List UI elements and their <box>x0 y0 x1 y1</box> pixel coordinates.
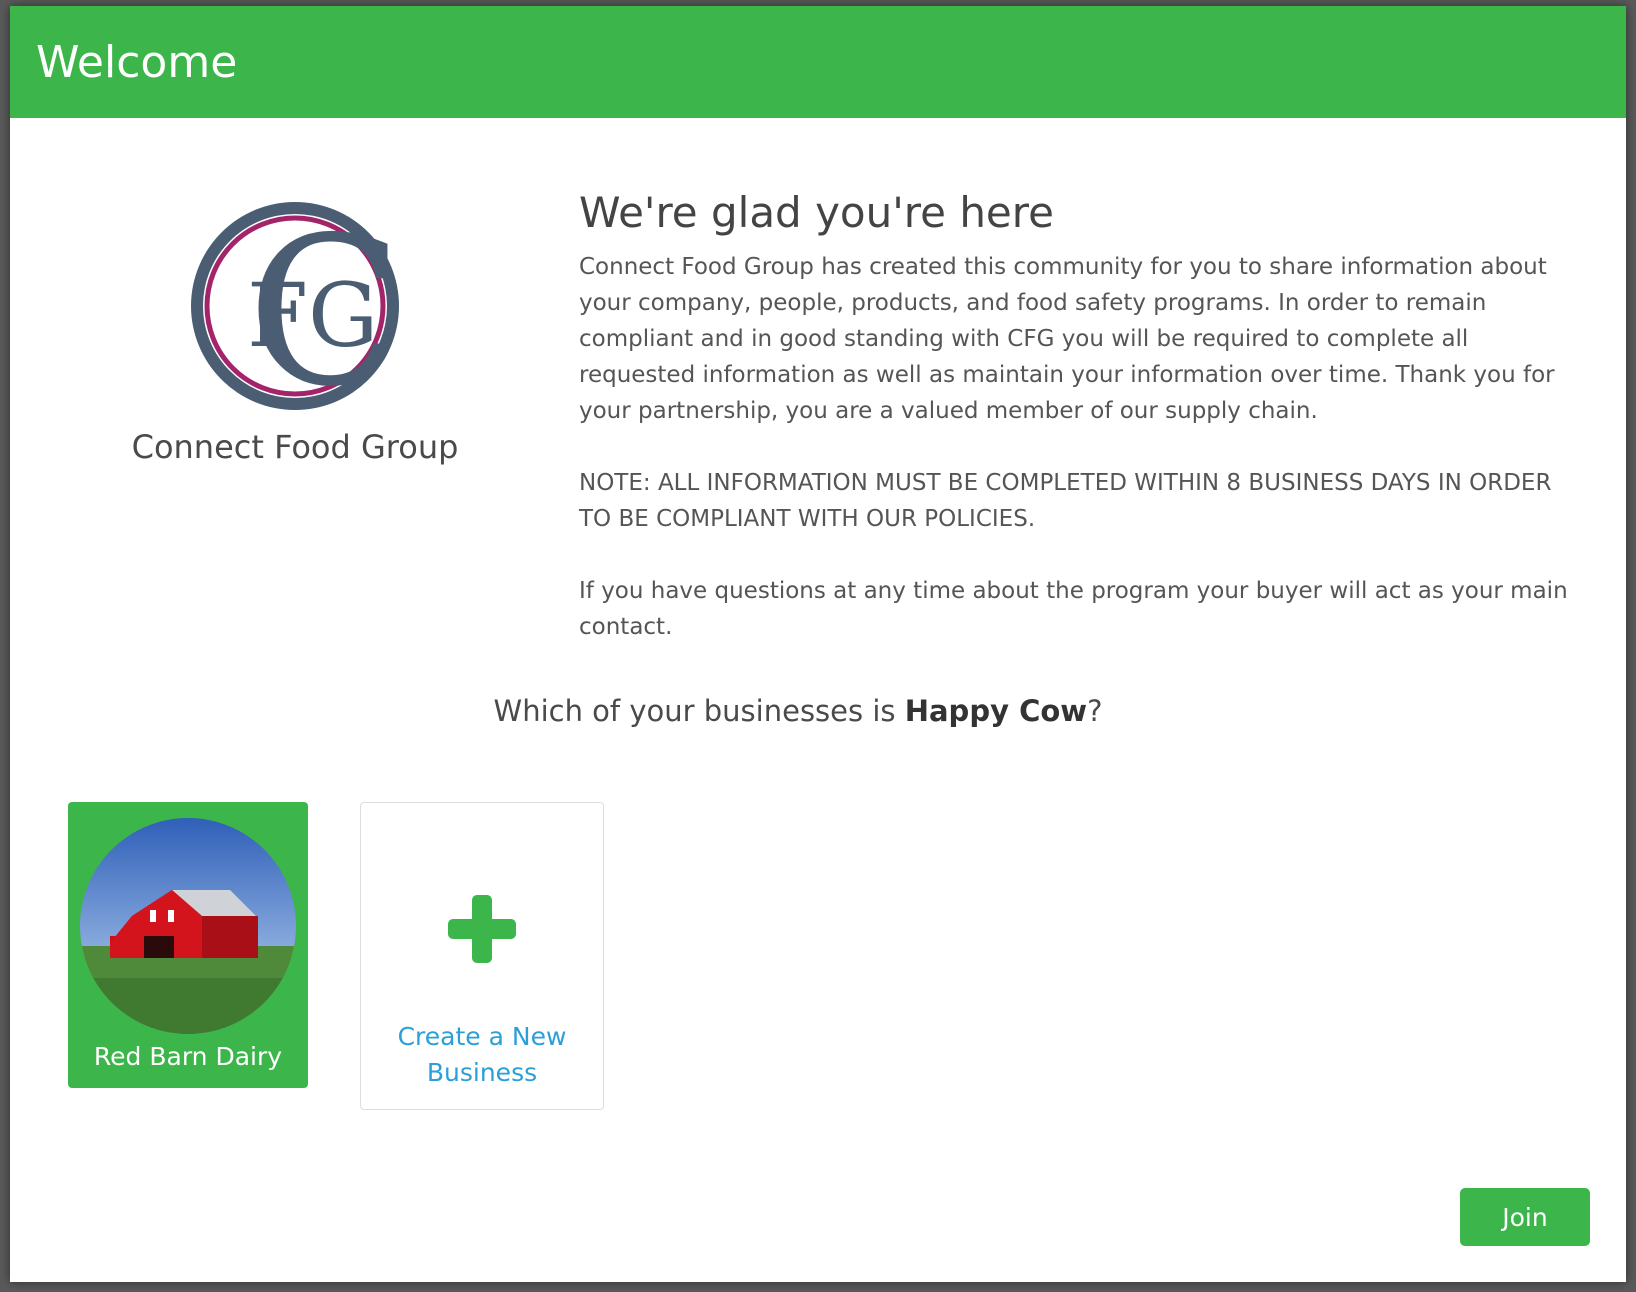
question-business-name: Happy Cow <box>904 694 1088 728</box>
business-card-red-barn-dairy[interactable]: Red Barn Dairy <box>68 802 308 1088</box>
create-new-business-card[interactable]: Create a New Business <box>360 802 604 1110</box>
create-new-business-label[interactable]: Create a New Business <box>382 1019 582 1091</box>
cfg-logo: C FG <box>187 194 404 432</box>
red-barn-photo <box>80 818 296 1034</box>
modal-header: Welcome <box>10 6 1626 118</box>
plus-icon <box>448 895 516 963</box>
question-prefix: Which of your businesses is <box>493 694 905 728</box>
intro-heading: We're glad you're here <box>579 188 1054 237</box>
business-question: Which of your businesses is Happy Cow? <box>10 694 1626 728</box>
org-logo-block: C FG Connect Food Group <box>110 194 480 466</box>
logo-letters: FG <box>247 264 378 367</box>
question-suffix: ? <box>1087 694 1103 728</box>
join-button[interactable]: Join <box>1460 1188 1590 1246</box>
business-name: Red Barn Dairy <box>93 1042 283 1071</box>
intro-section: We're glad you're here Connect Food Grou… <box>579 188 1589 681</box>
compliance-note: NOTE: ALL INFORMATION MUST BE COMPLETED … <box>579 470 1552 532</box>
org-name: Connect Food Group <box>131 428 459 466</box>
welcome-modal: Welcome C FG Connect Food Group We're gl… <box>10 6 1626 1282</box>
contact-paragraph: If you have questions at any time about … <box>579 578 1568 640</box>
modal-title: Welcome <box>36 36 238 88</box>
intro-paragraph: Connect Food Group has created this comm… <box>579 254 1555 424</box>
